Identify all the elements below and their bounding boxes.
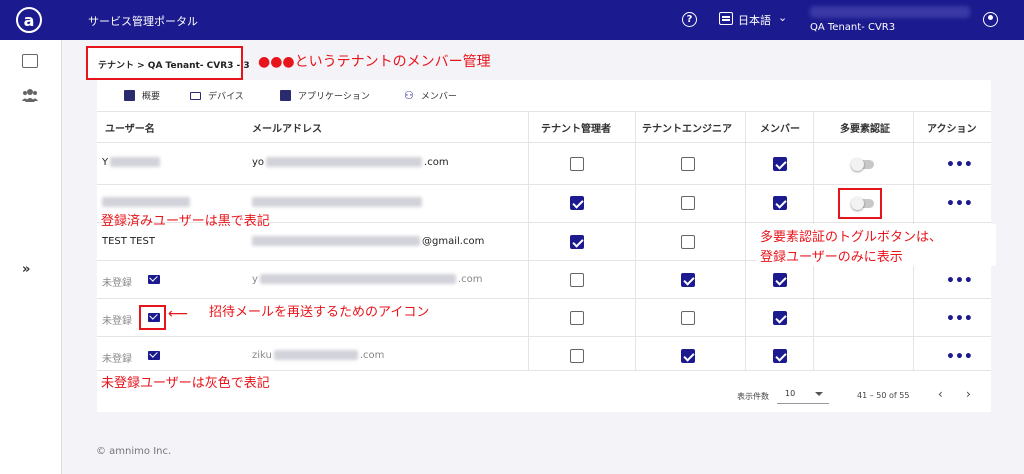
footer-copyright: © amnimo Inc. [96,446,172,457]
row-6-member-checkbox[interactable] [773,349,787,363]
language-selector[interactable]: 日本語 [738,12,771,28]
per-page-select[interactable]: 10 [777,386,829,404]
annotation-title: ●●●というテナントのメンバー管理 [258,54,491,70]
resend-mail-icon[interactable] [148,351,160,360]
page-range: 41 – 50 of 55 [857,391,910,400]
sidebar-dashboard-icon[interactable] [22,54,38,68]
tab-bar: 概要 デバイス アプリケーション ⚇ メンバー [97,80,991,112]
annotation-resend-icon: 招待メールを再送するためのアイコン [209,305,430,320]
row-2-engineer-checkbox[interactable] [681,196,695,210]
row-4-engineer-checkbox[interactable] [681,273,695,287]
table-row-6-email: ziku .com [252,350,385,361]
column-divider [745,112,746,370]
annotation-mfa-box: 多要素認証のトグルボタンは、 登録ユーザーのみに表示 [756,224,996,266]
row-5-engineer-checkbox[interactable] [681,311,695,325]
table-row-5-username: 未登録 [102,316,132,327]
table-row-1-email: yo .com [252,157,449,168]
row-6-engineer-checkbox[interactable] [681,349,695,363]
row-2-actions-menu[interactable]: ••• [946,197,973,211]
row-divider [97,184,991,185]
app-title: サービス管理ポータル [88,15,198,28]
tab-devices[interactable]: デバイス [190,89,244,102]
row-5-actions-menu[interactable]: ••• [946,312,973,326]
row-4-admin-checkbox[interactable] [570,273,584,287]
row-2-member-checkbox[interactable] [773,196,787,210]
column-divider [635,112,636,370]
row-1-admin-checkbox[interactable] [570,157,584,171]
header-actions: アクション [927,124,977,135]
row-6-actions-menu[interactable]: ••• [946,350,973,364]
resend-mail-icon[interactable] [148,275,160,284]
row-3-admin-checkbox[interactable] [570,235,584,249]
table-row-6-username: 未登録 [102,354,132,365]
annotation-unregistered-gray: 未登録ユーザーは灰色で表記 [101,376,270,391]
help-icon[interactable]: ? [682,12,697,27]
row-1-actions-menu[interactable]: ••• [946,158,973,172]
account-email-redacted [810,6,970,18]
resend-icon-highlight [139,305,166,330]
table-row-3-username: TEST TEST [102,236,155,247]
tab-overview[interactable]: 概要 [124,89,160,102]
row-divider [97,142,991,143]
caret-down-icon [815,392,823,396]
header-username[interactable]: ユーザー名 [105,120,155,135]
row-1-engineer-checkbox[interactable] [681,157,695,171]
table-row-4-username: 未登録 [102,278,132,289]
per-page-label: 表示件数 [737,392,769,401]
table-row-2-email [252,197,422,208]
row-divider [97,336,991,337]
language-icon[interactable] [719,12,733,25]
account-icon[interactable] [983,12,998,27]
row-6-admin-checkbox[interactable] [570,349,584,363]
tab-applications[interactable]: アプリケーション [280,89,370,102]
row-5-member-checkbox[interactable] [773,311,787,325]
annotation-mfa-line2: 登録ユーザーのみに表示 [760,250,903,265]
device-icon [190,91,201,100]
breadcrumb[interactable]: テナント > QA Tenant- CVR3 - 3 [98,58,250,71]
header-email[interactable]: メールアドレス [252,120,322,135]
members-icon: ⚇ [404,89,414,102]
next-page-button[interactable]: › [966,387,971,401]
column-divider [528,112,529,370]
sidebar-users-icon[interactable] [22,88,38,102]
chevron-down-icon[interactable]: ⌄ [778,11,787,24]
header-tenant-admin: テナント管理者 [541,124,611,135]
header-mfa: 多要素認証 [840,124,890,135]
prev-page-button[interactable]: ‹ [938,387,943,401]
header-member: メンバー [760,124,800,135]
row-5-admin-checkbox[interactable] [570,311,584,325]
document-icon [124,90,135,101]
annotation-arrow: ⟵ [168,306,189,322]
annotation-mfa-line1: 多要素認証のトグルボタンは、 [760,230,943,245]
row-divider [97,370,991,371]
top-bar: a サービス管理ポータル ? 日本語 ⌄ QA Tenant- CVR3 [0,0,1024,40]
row-1-mfa-toggle[interactable] [851,158,874,171]
tab-members[interactable]: ⚇ メンバー [404,89,457,102]
sidebar: » [0,40,62,474]
app-icon [280,90,291,101]
annotation-registered-black: 登録済みユーザーは黒で表記 [101,214,270,229]
row-divider [97,298,991,299]
table-row-1-username: Y [102,157,161,168]
row-2-admin-checkbox[interactable] [570,196,584,210]
amnimo-logo[interactable]: a [16,7,42,33]
header-tenant-engineer: テナントエンジニア [642,124,732,135]
table-row-3-email: @gmail.com [252,236,484,247]
sidebar-expand-icon[interactable]: » [22,262,30,277]
row-4-member-checkbox[interactable] [773,273,787,287]
row-3-engineer-checkbox[interactable] [681,235,695,249]
breadcrumb-highlight: テナント > QA Tenant- CVR3 - 3 [86,46,250,80]
table-row-2-username [102,197,190,208]
mfa-toggle-highlight [838,188,882,219]
row-1-member-checkbox[interactable] [773,157,787,171]
row-4-actions-menu[interactable]: ••• [946,274,973,288]
current-tenant: QA Tenant- CVR3 [810,22,896,33]
table-row-4-email: y .com [252,274,483,285]
